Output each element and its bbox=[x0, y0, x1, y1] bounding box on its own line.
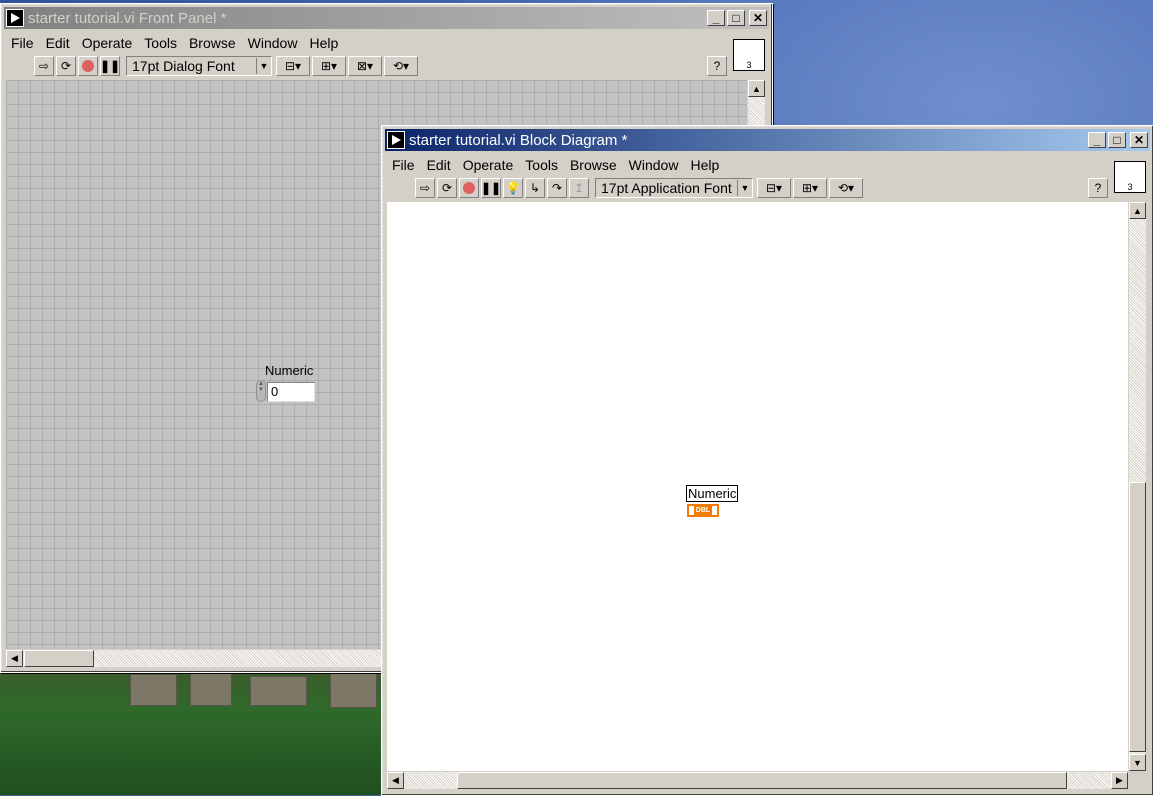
run-continuously-icon[interactable]: ⟳ bbox=[437, 178, 457, 198]
reorder-icon[interactable]: ⟲▾ bbox=[384, 56, 418, 76]
step-out-icon[interactable]: ↥ bbox=[569, 178, 589, 198]
minimize-button[interactable]: _ bbox=[1088, 132, 1106, 148]
terminal-label[interactable]: Numeric bbox=[686, 485, 739, 502]
menu-operate[interactable]: Operate bbox=[76, 35, 139, 51]
step-into-icon[interactable]: ↳ bbox=[525, 178, 545, 198]
minimize-button[interactable]: _ bbox=[707, 10, 725, 26]
font-select-value: 17pt Application Font bbox=[601, 180, 732, 196]
menu-browse[interactable]: Browse bbox=[564, 157, 623, 173]
block-diagram-canvas[interactable] bbox=[387, 202, 1128, 771]
wallpaper-ground bbox=[0, 672, 400, 795]
connector-pane-number: 3 bbox=[746, 60, 752, 70]
scrollbar-thumb[interactable] bbox=[24, 650, 94, 667]
window-title: starter tutorial.vi Block Diagram * bbox=[409, 131, 628, 149]
toolbar: ⇨ ⟳ ❚❚ 17pt Dialog Font ▼ ⊟▾ ⊞▾ ⊠▾ ⟲▾ bbox=[34, 54, 420, 78]
scroll-up-arrow[interactable]: ▲ bbox=[748, 80, 765, 97]
run-continuously-icon[interactable]: ⟳ bbox=[56, 56, 76, 76]
vertical-scrollbar[interactable]: ▲ ▼ bbox=[1129, 202, 1146, 771]
resize-objects-icon[interactable]: ⊠▾ bbox=[348, 56, 382, 76]
connector-pane-icon[interactable]: 3 bbox=[733, 39, 765, 71]
wallpaper-stone bbox=[330, 672, 377, 708]
terminal-type: DBL bbox=[693, 506, 713, 515]
menu-file[interactable]: File bbox=[5, 35, 40, 51]
distribute-objects-icon[interactable]: ⊞▾ bbox=[793, 178, 827, 198]
connector-pane-icon[interactable]: 3 bbox=[1114, 161, 1146, 193]
step-over-icon[interactable]: ↷ bbox=[547, 178, 567, 198]
menu-bar: File Edit Operate Tools Browse Window He… bbox=[5, 32, 344, 54]
menu-edit[interactable]: Edit bbox=[40, 35, 76, 51]
chevron-down-icon: ▼ bbox=[737, 180, 752, 196]
pause-icon[interactable]: ❚❚ bbox=[100, 56, 120, 76]
pause-icon[interactable]: ❚❚ bbox=[481, 178, 501, 198]
chevron-down-icon: ▼ bbox=[256, 58, 271, 74]
reorder-icon[interactable]: ⟲▾ bbox=[829, 178, 863, 198]
font-select[interactable]: 17pt Dialog Font ▼ bbox=[126, 56, 272, 76]
menu-operate[interactable]: Operate bbox=[457, 157, 520, 173]
scroll-down-arrow[interactable]: ▼ bbox=[1129, 754, 1146, 771]
menu-bar: File Edit Operate Tools Browse Window He… bbox=[386, 154, 725, 176]
labview-app-icon[interactable] bbox=[387, 131, 405, 149]
menu-file[interactable]: File bbox=[386, 157, 421, 173]
align-objects-icon[interactable]: ⊟▾ bbox=[757, 178, 791, 198]
numeric-control-input[interactable]: 0 bbox=[267, 382, 315, 402]
scroll-right-arrow[interactable]: ▶ bbox=[1111, 772, 1128, 789]
font-select-value: 17pt Dialog Font bbox=[132, 58, 235, 74]
run-arrow-icon[interactable]: ⇨ bbox=[415, 178, 435, 198]
numeric-terminal[interactable]: DBL bbox=[687, 504, 719, 517]
scroll-left-arrow[interactable]: ◀ bbox=[6, 650, 23, 667]
wallpaper-stone bbox=[130, 674, 177, 706]
wallpaper-stone bbox=[190, 672, 232, 706]
scroll-up-arrow[interactable]: ▲ bbox=[1129, 202, 1146, 219]
distribute-objects-icon[interactable]: ⊞▾ bbox=[312, 56, 346, 76]
menu-window[interactable]: Window bbox=[242, 35, 304, 51]
horizontal-scrollbar[interactable]: ◀ ▶ bbox=[387, 772, 1128, 789]
highlight-execution-icon[interactable]: 💡 bbox=[503, 178, 523, 198]
maximize-button[interactable]: □ bbox=[727, 10, 745, 26]
menu-edit[interactable]: Edit bbox=[421, 157, 457, 173]
menu-tools[interactable]: Tools bbox=[138, 35, 183, 51]
menu-help[interactable]: Help bbox=[684, 157, 725, 173]
close-button[interactable]: ✕ bbox=[749, 10, 767, 26]
menu-browse[interactable]: Browse bbox=[183, 35, 242, 51]
align-objects-icon[interactable]: ⊟▾ bbox=[276, 56, 310, 76]
block-diagram-titlebar[interactable]: starter tutorial.vi Block Diagram * _ □ … bbox=[385, 129, 1150, 151]
front-panel-titlebar[interactable]: starter tutorial.vi Front Panel * _ □ ✕ bbox=[4, 7, 769, 29]
run-arrow-icon[interactable]: ⇨ bbox=[34, 56, 54, 76]
menu-tools[interactable]: Tools bbox=[519, 157, 564, 173]
scrollbar-thumb[interactable] bbox=[457, 772, 1067, 789]
help-icon[interactable]: ? bbox=[1088, 178, 1108, 198]
connector-pane-number: 3 bbox=[1127, 182, 1133, 192]
help-icon[interactable]: ? bbox=[707, 56, 727, 76]
menu-help[interactable]: Help bbox=[303, 35, 344, 51]
maximize-button[interactable]: □ bbox=[1108, 132, 1126, 148]
close-button[interactable]: ✕ bbox=[1130, 132, 1148, 148]
scroll-left-arrow[interactable]: ◀ bbox=[387, 772, 404, 789]
labview-app-icon[interactable] bbox=[6, 9, 24, 27]
abort-icon[interactable] bbox=[459, 178, 479, 198]
block-diagram-window: starter tutorial.vi Block Diagram * _ □ … bbox=[381, 125, 1153, 796]
window-title: starter tutorial.vi Front Panel * bbox=[28, 9, 227, 27]
toolbar: ⇨ ⟳ ❚❚ 💡 ↳ ↷ ↥ 17pt Application Font ▼ ⊟… bbox=[415, 176, 865, 200]
abort-icon[interactable] bbox=[78, 56, 98, 76]
increment-decrement-arrows[interactable]: ▲ ▼ bbox=[256, 380, 266, 402]
menu-window[interactable]: Window bbox=[623, 157, 685, 173]
scrollbar-thumb[interactable] bbox=[1129, 482, 1146, 752]
numeric-control-label[interactable]: Numeric bbox=[265, 363, 313, 378]
font-select[interactable]: 17pt Application Font ▼ bbox=[595, 178, 753, 198]
wallpaper-stone bbox=[250, 676, 307, 706]
